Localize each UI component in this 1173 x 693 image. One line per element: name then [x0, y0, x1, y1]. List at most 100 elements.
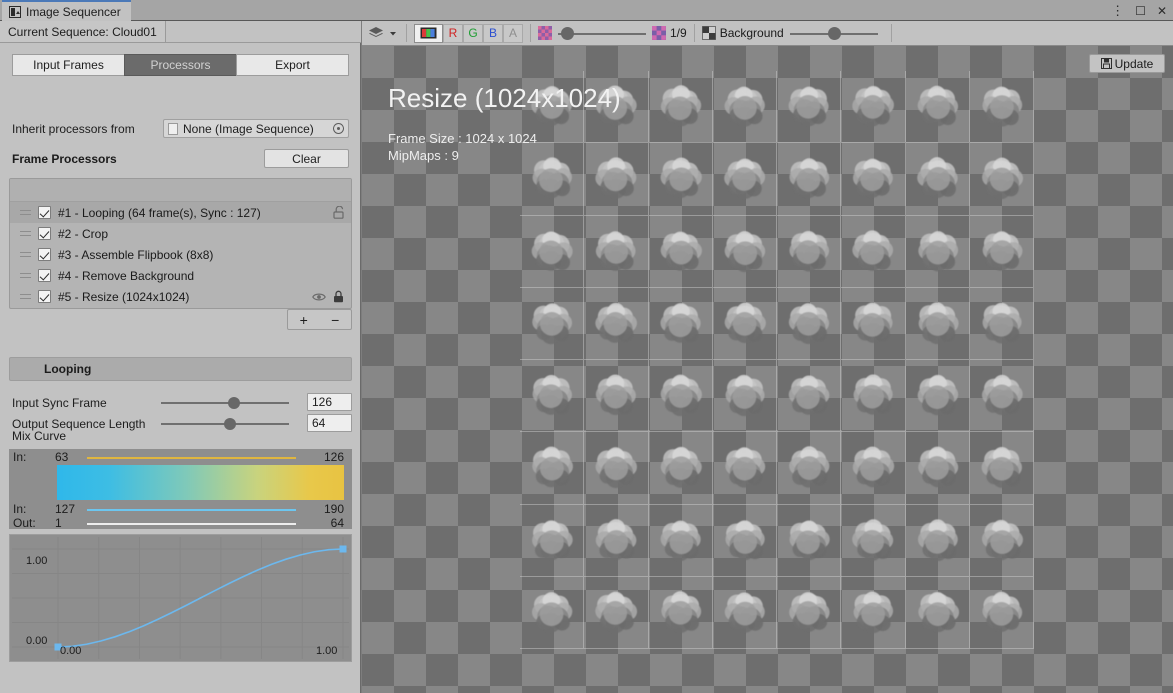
- rgb-channel-button[interactable]: [414, 23, 443, 43]
- output-sequence-length-field[interactable]: 64: [307, 414, 352, 432]
- image-sequencer-icon: [9, 5, 21, 18]
- input-sync-frame-label: Input Sync Frame: [12, 396, 107, 410]
- flipbook-cell: [520, 360, 585, 433]
- flipbook-cell: [905, 432, 970, 505]
- cloud-puff-sprite: [724, 86, 765, 127]
- cloud-puff-sprite: [981, 519, 1023, 560]
- cloud-puff-sprite: [852, 518, 894, 561]
- frame-processors-title: Frame Processors: [12, 152, 117, 166]
- drag-handle-icon[interactable]: [20, 293, 31, 301]
- gradient-row-out: Out: 1 64: [9, 516, 352, 530]
- gradient-row-high: 126: [323, 450, 344, 464]
- flipbook-cell: [648, 287, 713, 360]
- slider-knob[interactable]: [228, 397, 241, 409]
- drag-handle-icon[interactable]: [20, 272, 31, 280]
- cloud-puff-sprite: [982, 591, 1022, 632]
- cloud-puff-sprite: [982, 86, 1022, 127]
- lock-icon[interactable]: [333, 290, 344, 303]
- channel-a-button[interactable]: A: [503, 23, 523, 43]
- processor-enable-checkbox[interactable]: [38, 269, 51, 282]
- cloud-puff-sprite: [724, 592, 765, 633]
- flipbook-cell: [648, 215, 713, 288]
- processor-enable-checkbox[interactable]: [38, 248, 51, 261]
- gradient-row-low: 127: [55, 502, 76, 516]
- tab-export[interactable]: Export: [236, 54, 349, 76]
- channel-r-button[interactable]: R: [443, 23, 463, 43]
- tab-processors[interactable]: Processors: [124, 54, 237, 76]
- processor-row-4[interactable]: #4 - Remove Background: [10, 265, 351, 286]
- slider-knob[interactable]: [561, 26, 575, 40]
- cloud-puff-sprite: [532, 446, 573, 488]
- flipbook-cell: [841, 432, 906, 505]
- slider-knob[interactable]: [223, 418, 236, 430]
- cloud-puff-sprite: [532, 519, 573, 560]
- channel-g-button[interactable]: G: [463, 23, 483, 43]
- tab-input-frames[interactable]: Input Frames: [12, 54, 125, 76]
- mip-small-icon: [538, 26, 552, 40]
- flipbook-cell: [777, 576, 842, 649]
- input-sync-frame-row: Input Sync Frame 126: [9, 393, 352, 413]
- unlock-icon[interactable]: [333, 206, 344, 219]
- background-control[interactable]: Background: [701, 24, 784, 43]
- cloud-puff-sprite: [532, 374, 572, 415]
- tab-image-sequencer[interactable]: Image Sequencer: [2, 0, 131, 21]
- flipbook-cell: [584, 360, 649, 433]
- processor-row-1[interactable]: #1 - Looping (64 frame(s), Sync : 127): [10, 202, 351, 223]
- processor-enable-checkbox[interactable]: [38, 290, 51, 303]
- processor-enable-checkbox[interactable]: [38, 227, 51, 240]
- flipbook-cell: [584, 576, 649, 649]
- background-slider[interactable]: [789, 24, 878, 43]
- flipbook-cell: [969, 576, 1034, 649]
- curve-editor[interactable]: 1.00 0.00 0.00 1.00: [9, 534, 352, 662]
- current-sequence-label: Current Sequence: Cloud01: [0, 21, 166, 43]
- inherit-processors-objectfield[interactable]: None (Image Sequence): [163, 119, 349, 138]
- curve-x-max-tick: 1.00: [316, 645, 338, 657]
- preview-canvas[interactable]: Resize (1024x1024) Frame Size : 1024 x 1…: [362, 46, 1173, 693]
- channel-b-button[interactable]: B: [483, 23, 503, 43]
- input-sync-frame-field[interactable]: 126: [307, 393, 352, 411]
- processor-row-2[interactable]: #2 - Crop: [10, 223, 351, 244]
- mix-curve-gradient-editor[interactable]: In: 63 126 In: 127 190 Out: 1 64: [9, 449, 352, 530]
- flipbook-cell: [648, 504, 713, 577]
- flipbook-cell: [520, 504, 585, 577]
- processor-row-5[interactable]: #5 - Resize (1024x1024): [10, 286, 351, 307]
- gradient-row-low: 1: [55, 516, 62, 530]
- output-sequence-length-slider[interactable]: [161, 414, 289, 434]
- processor-enable-checkbox[interactable]: [38, 206, 51, 219]
- cloud-puff-sprite: [660, 157, 702, 199]
- drag-handle-icon[interactable]: [20, 230, 31, 238]
- add-processor-button[interactable]: +: [288, 310, 320, 329]
- cloud-puff-sprite: [852, 229, 894, 271]
- gradient-strip[interactable]: [57, 465, 344, 500]
- object-picker-icon[interactable]: [333, 123, 344, 134]
- mip-level-slider[interactable]: [558, 24, 646, 43]
- curve-chart[interactable]: [10, 535, 351, 661]
- inherit-processors-label: Inherit processors from: [12, 121, 135, 136]
- cloud-puff-sprite: [788, 303, 830, 344]
- mix-curve-label: Mix Curve: [12, 429, 67, 443]
- drag-handle-icon[interactable]: [20, 251, 31, 259]
- layers-dropdown[interactable]: [368, 24, 399, 43]
- eye-icon[interactable]: [312, 292, 326, 302]
- mip-large-icon: [652, 26, 666, 40]
- processor-row-3[interactable]: #3 - Assemble Flipbook (8x8): [10, 244, 351, 265]
- update-button[interactable]: Update: [1089, 54, 1165, 73]
- input-sync-frame-slider[interactable]: [161, 393, 289, 413]
- looping-header[interactable]: Looping: [9, 357, 352, 381]
- drag-handle-icon[interactable]: [20, 209, 31, 217]
- cloud-puff-sprite: [596, 518, 637, 560]
- remove-processor-button[interactable]: −: [320, 310, 352, 329]
- slider-knob[interactable]: [827, 26, 841, 40]
- cloud-puff-sprite: [660, 447, 702, 489]
- flipbook-cell: [648, 360, 713, 433]
- maximize-icon[interactable]: ☐: [1135, 5, 1146, 17]
- flipbook-cell: [905, 504, 970, 577]
- flipbook-grid[interactable]: [520, 71, 1034, 649]
- flipbook-cell: [777, 360, 842, 433]
- close-icon[interactable]: ✕: [1157, 5, 1167, 17]
- clear-button[interactable]: Clear: [264, 149, 349, 168]
- flipbook-cell: [905, 143, 970, 216]
- kebab-menu-icon[interactable]: ⋮: [1111, 4, 1124, 17]
- flipbook-cell: [520, 287, 585, 360]
- chevron-down-icon[interactable]: [387, 27, 399, 39]
